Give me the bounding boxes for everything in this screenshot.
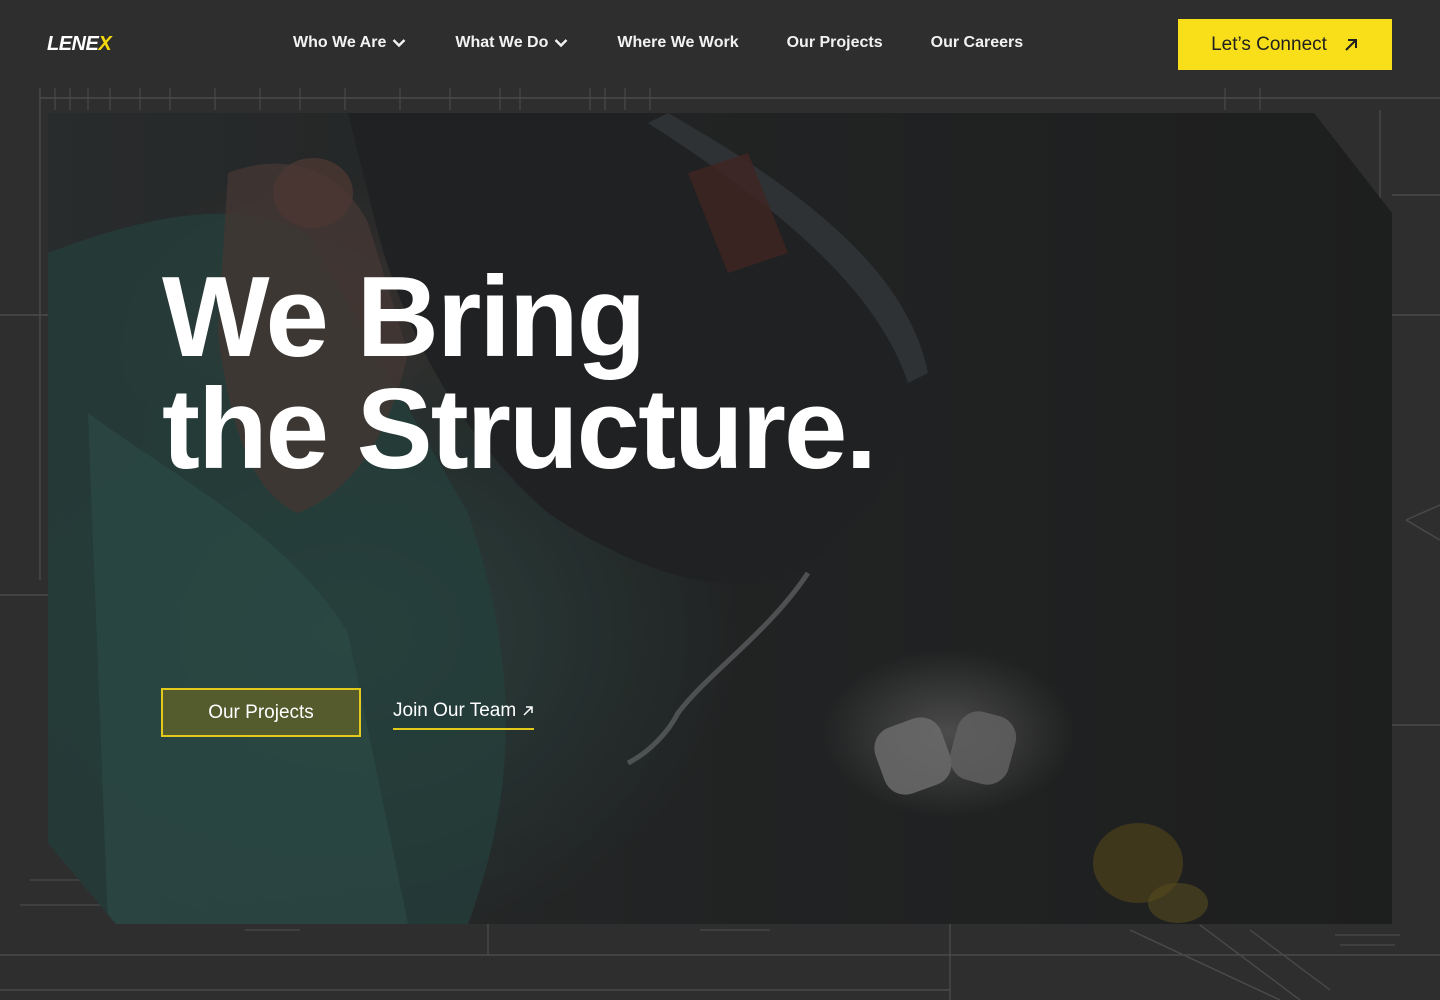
page: LENEX Who We Are What We Do Where We Wor… <box>0 0 1440 1000</box>
site-header: LENEX Who We Are What We Do Where We Wor… <box>0 0 1440 90</box>
nav-item-label: Our Projects <box>786 34 883 51</box>
join-our-team-label: Join Our Team <box>393 700 517 721</box>
nav-item-label: Who We Are <box>293 34 387 51</box>
join-our-team-link[interactable]: Join Our Team <box>393 700 535 730</box>
hero-panel <box>48 113 1392 924</box>
hero-headline: We Bring the Structure. <box>162 254 877 493</box>
nav-item-label: Where We Work <box>617 34 739 51</box>
main-nav: Who We Are What We Do Where We Work Our … <box>293 34 1023 52</box>
hero-overlay <box>48 113 1392 924</box>
nav-item-label: What We Do <box>455 34 549 51</box>
nav-item-our-projects[interactable]: Our Projects <box>787 34 883 52</box>
nav-item-who-we-are[interactable]: Who We Are <box>293 34 406 52</box>
cta-label: Let’s Connect <box>1211 33 1327 55</box>
nav-item-label: Our Careers <box>930 34 1024 51</box>
chevron-down-icon <box>392 39 406 48</box>
headline-line-1: We Bring <box>162 254 646 381</box>
logo-accent: X <box>98 33 112 55</box>
arrow-up-right-icon <box>523 706 533 716</box>
arrow-up-right-icon <box>1345 38 1357 51</box>
logo-text: LENE <box>47 33 99 55</box>
brand-logo[interactable]: LENEX <box>47 33 112 56</box>
chevron-down-icon <box>555 39 568 48</box>
nav-item-what-we-do[interactable]: What We Do <box>455 34 568 52</box>
nav-item-where-we-work[interactable]: Where We Work <box>617 34 738 52</box>
nav-item-our-careers[interactable]: Our Careers <box>931 34 1024 52</box>
headline-line-2: the Structure. <box>162 366 877 493</box>
lets-connect-button[interactable]: Let’s Connect <box>1178 19 1392 70</box>
our-projects-button[interactable]: Our Projects <box>161 688 361 737</box>
